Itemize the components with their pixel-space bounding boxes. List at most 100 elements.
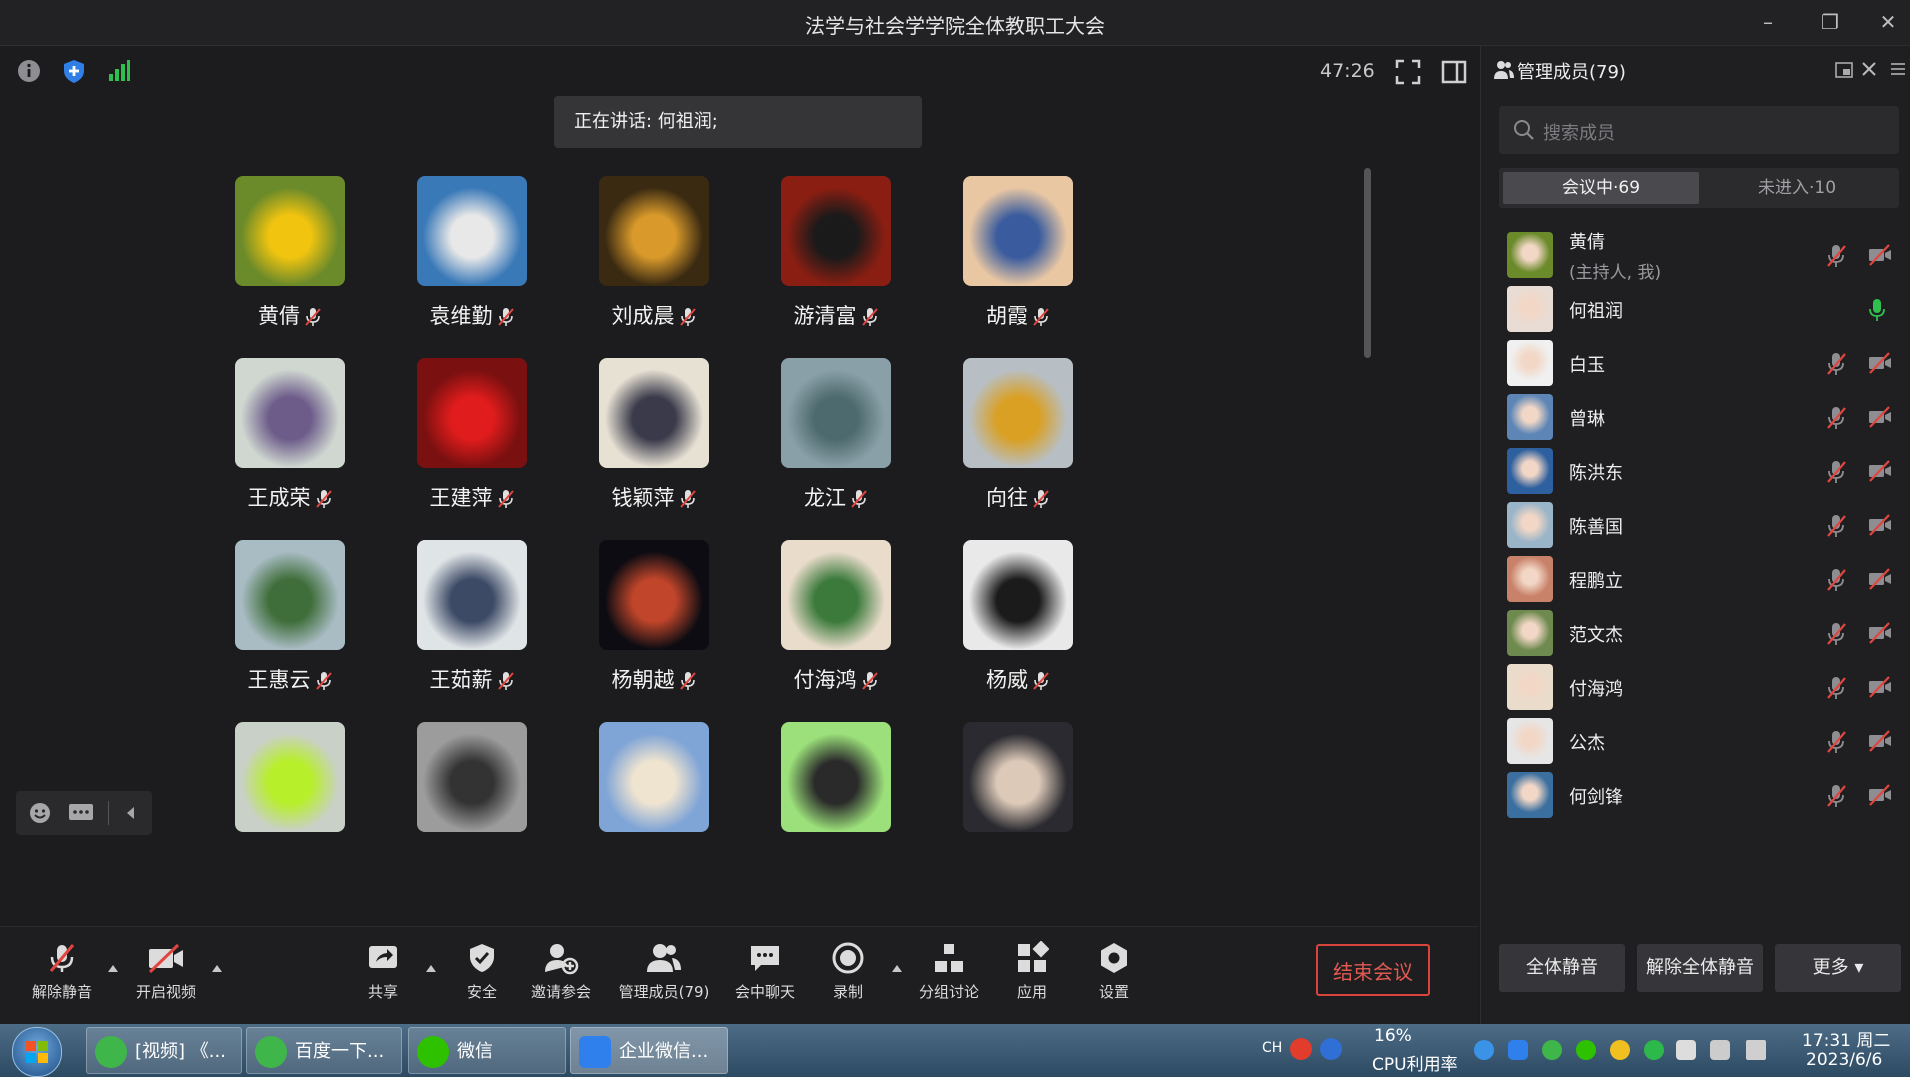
- camera-off-icon[interactable]: [1867, 514, 1893, 536]
- invite-button[interactable]: 邀请参会: [528, 941, 594, 1002]
- start-button[interactable]: [12, 1027, 62, 1077]
- volume-icon[interactable]: [1710, 1040, 1730, 1060]
- signal-icon[interactable]: [106, 58, 132, 84]
- shield-icon[interactable]: [61, 58, 87, 84]
- camera-off-icon[interactable]: [1867, 244, 1893, 266]
- record-button[interactable]: 录制: [830, 941, 866, 1002]
- manage-members-button[interactable]: 管理成员(79): [616, 941, 712, 1002]
- share-button[interactable]: 共享: [362, 941, 404, 1002]
- wechat-tray-icon[interactable]: [1576, 1040, 1596, 1060]
- clock-date[interactable]: 2023/6/6: [1806, 1050, 1882, 1070]
- close-panel-icon[interactable]: [1861, 61, 1877, 77]
- title-bar: 法学与社会学学院全体教职工大会 – ❐ ✕: [0, 0, 1910, 46]
- app-tray-icon[interactable]: [1610, 1040, 1630, 1060]
- wechat-icon: [417, 1036, 449, 1068]
- chat-button[interactable]: 会中聊天: [732, 941, 798, 1002]
- mic-muted-icon[interactable]: [1825, 352, 1847, 376]
- mic-muted-icon[interactable]: [1825, 460, 1847, 484]
- clock-time[interactable]: 17:31 周二: [1802, 1026, 1890, 1051]
- popout-icon[interactable]: [1835, 62, 1853, 78]
- tab-in-meeting[interactable]: 会议中·69: [1503, 172, 1699, 204]
- members-tabs: 会议中·69 未进入·10: [1499, 168, 1899, 208]
- mic-muted-icon: [861, 308, 878, 326]
- close-window-button[interactable]: ✕: [1866, 6, 1910, 38]
- camera-off-icon[interactable]: [1867, 568, 1893, 590]
- camera-off-icon[interactable]: [1867, 406, 1893, 428]
- layout-toggle-icon[interactable]: [1440, 58, 1468, 86]
- taskbar-item-wecom[interactable]: 企业微信...: [570, 1027, 728, 1074]
- message-icon[interactable]: [68, 801, 94, 825]
- mic-muted-icon[interactable]: [1825, 676, 1847, 700]
- camera-off-icon[interactable]: [1867, 784, 1893, 806]
- apps-button[interactable]: 应用: [1014, 941, 1050, 1002]
- member-avatar: [1507, 772, 1553, 818]
- menu-icon[interactable]: [1891, 62, 1905, 76]
- browser-tray-icon[interactable]: [1542, 1040, 1562, 1060]
- cloud-icon[interactable]: [1474, 1040, 1494, 1060]
- mic-muted-icon[interactable]: [1825, 244, 1847, 268]
- unmute-button[interactable]: 解除静音: [30, 941, 94, 1002]
- participant-name: 杨威: [918, 664, 1118, 694]
- mic-muted-icon[interactable]: [1825, 514, 1847, 538]
- participant-name: 王建萍: [372, 482, 572, 512]
- mic-muted-icon[interactable]: [1825, 622, 1847, 646]
- video-grid: 黄倩 袁维勤 刘成晨 游清富 胡霞 王成荣 王建萍 钱颖萍 龙江 向往 王惠云 王茹薪 杨朝越 付海鸿 杨威: [190, 176, 1290, 916]
- info-icon[interactable]: [16, 58, 42, 84]
- mic-muted-icon[interactable]: [1825, 784, 1847, 808]
- help-icon[interactable]: [1320, 1038, 1342, 1060]
- participant-name: 刘成晨: [554, 300, 754, 330]
- taskbar-item-wechat[interactable]: 微信: [408, 1027, 566, 1074]
- participant-tile[interactable]: [918, 722, 1140, 916]
- sogou-icon[interactable]: [1290, 1038, 1312, 1060]
- taskbar-item-video[interactable]: [视频] 《...: [86, 1027, 242, 1074]
- participant-avatar: [599, 540, 709, 650]
- display-icon[interactable]: [1746, 1040, 1766, 1060]
- member-name: 曾琳: [1569, 409, 1605, 430]
- security-tray-icon[interactable]: [1644, 1040, 1664, 1060]
- fullscreen-icon[interactable]: [1394, 58, 1422, 86]
- participant-avatar: [963, 722, 1073, 832]
- apps-icon: [1018, 941, 1049, 972]
- member-avatar: [1507, 394, 1553, 440]
- wecom-tray-icon[interactable]: [1508, 1040, 1528, 1060]
- minimize-button[interactable]: –: [1746, 6, 1790, 38]
- settings-button[interactable]: 设置: [1096, 941, 1132, 1002]
- tab-not-joined[interactable]: 未进入·10: [1699, 172, 1895, 204]
- network-tray-icon[interactable]: [1676, 1040, 1696, 1060]
- unmute-all-button[interactable]: 解除全体静音: [1637, 944, 1763, 992]
- mic-muted-icon: [497, 308, 514, 326]
- taskbar-item-baidu[interactable]: 百度一下...: [246, 1027, 402, 1074]
- camera-off-icon[interactable]: [1867, 676, 1893, 698]
- participant-name: 王茹薪: [372, 664, 572, 694]
- security-button[interactable]: 安全: [462, 941, 502, 1002]
- audio-options-caret[interactable]: [108, 965, 118, 972]
- participant-avatar: [235, 722, 345, 832]
- more-button[interactable]: 更多 ▾: [1775, 944, 1901, 992]
- camera-off-icon[interactable]: [1867, 622, 1893, 644]
- camera-off-icon[interactable]: [1867, 730, 1893, 752]
- member-avatar: [1507, 286, 1553, 332]
- participant-avatar: [417, 176, 527, 286]
- mic-muted-icon[interactable]: [1825, 406, 1847, 430]
- reaction-bar: [16, 791, 152, 835]
- member-row[interactable]: 何剑锋: [1481, 762, 1910, 828]
- grid-scrollbar[interactable]: [1364, 168, 1371, 358]
- video-options-caret[interactable]: [212, 965, 222, 972]
- record-options-caret[interactable]: [892, 965, 902, 972]
- mic-muted-icon[interactable]: [1825, 568, 1847, 592]
- collapse-arrow-icon[interactable]: [124, 805, 136, 821]
- end-meeting-button[interactable]: 结束会议: [1316, 944, 1430, 996]
- member-name: 何剑锋: [1569, 787, 1623, 808]
- camera-off-icon[interactable]: [1867, 460, 1893, 482]
- search-members-input[interactable]: 搜索成员: [1499, 106, 1899, 154]
- camera-off-icon[interactable]: [1867, 352, 1893, 374]
- breakout-button[interactable]: 分组讨论: [916, 941, 982, 1002]
- emoji-icon[interactable]: [28, 801, 52, 825]
- mic-active-icon[interactable]: [1867, 298, 1887, 322]
- mic-muted-icon[interactable]: [1825, 730, 1847, 754]
- restore-button[interactable]: ❐: [1808, 6, 1852, 38]
- share-options-caret[interactable]: [426, 965, 436, 972]
- mute-all-button[interactable]: 全体静音: [1499, 944, 1625, 992]
- start-video-button[interactable]: 开启视频: [134, 941, 198, 1002]
- lang-indicator[interactable]: CH: [1262, 1040, 1282, 1056]
